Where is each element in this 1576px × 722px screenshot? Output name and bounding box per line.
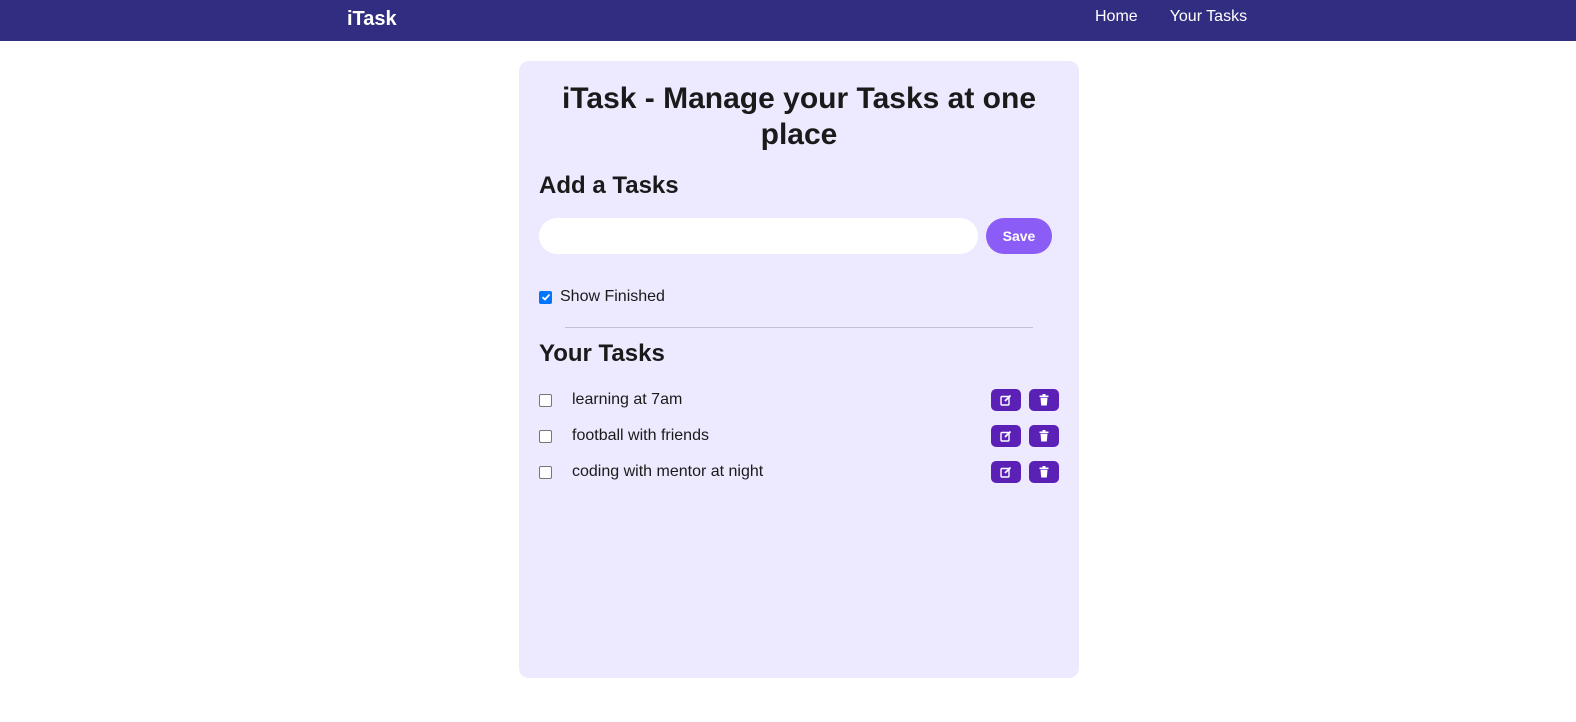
nav-links: Home Your Tasks — [1095, 8, 1247, 26]
trash-icon — [1039, 466, 1049, 478]
task-text: coding with mentor at night — [572, 463, 764, 480]
task-list: learning at 7am football with friends co… — [539, 382, 1059, 490]
add-task-heading: Add a Tasks — [539, 172, 679, 199]
delete-button[interactable] — [1029, 389, 1059, 411]
edit-button[interactable] — [991, 425, 1021, 447]
task-checkbox[interactable] — [539, 465, 552, 479]
task-actions — [991, 425, 1059, 447]
trash-icon — [1039, 430, 1049, 442]
page-title: iTask - Manage your Tasks at one place — [561, 82, 1037, 151]
task-checkbox[interactable] — [539, 429, 552, 443]
edit-icon — [1000, 394, 1012, 406]
add-task-row: Save — [539, 218, 1059, 254]
trash-icon — [1039, 394, 1049, 406]
checkmark-icon — [541, 293, 550, 301]
delete-button[interactable] — [1029, 425, 1059, 447]
task-row: coding with mentor at night — [539, 454, 1059, 490]
edit-icon — [1000, 466, 1012, 478]
nav-link-your-tasks[interactable]: Your Tasks — [1170, 8, 1247, 26]
task-input[interactable] — [539, 218, 978, 254]
your-tasks-heading: Your Tasks — [539, 340, 665, 367]
show-finished-toggle[interactable]: Show Finished — [539, 288, 1059, 306]
show-finished-label: Show Finished — [560, 288, 665, 305]
task-actions — [991, 389, 1059, 411]
task-row: learning at 7am — [539, 382, 1059, 418]
edit-button[interactable] — [991, 389, 1021, 411]
edit-button[interactable] — [991, 461, 1021, 483]
task-row: football with friends — [539, 418, 1059, 454]
task-text: football with friends — [572, 427, 709, 444]
delete-button[interactable] — [1029, 461, 1059, 483]
task-text: learning at 7am — [572, 391, 683, 408]
brand-logo[interactable]: iTask — [347, 8, 397, 31]
task-card: iTask - Manage your Tasks at one place A… — [519, 61, 1079, 678]
show-finished-checkbox[interactable] — [539, 290, 552, 304]
task-actions — [991, 461, 1059, 483]
task-checkbox[interactable] — [539, 393, 552, 407]
divider — [565, 327, 1033, 328]
nav-link-home[interactable]: Home — [1095, 8, 1138, 26]
save-button[interactable]: Save — [986, 218, 1052, 254]
navbar: iTask Home Your Tasks — [0, 0, 1576, 41]
edit-icon — [1000, 430, 1012, 442]
